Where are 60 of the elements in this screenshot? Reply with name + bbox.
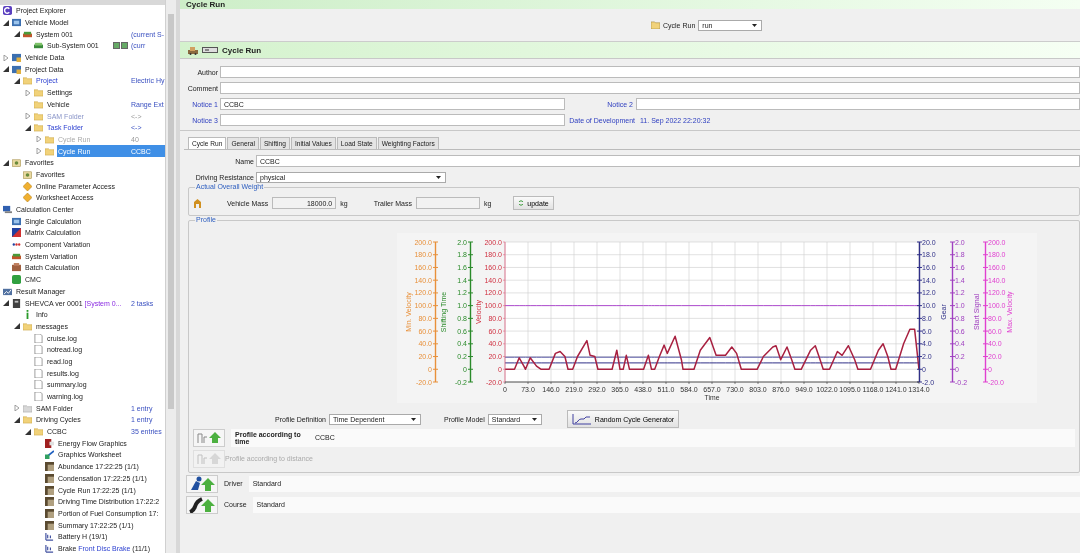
matrix-icon	[12, 228, 21, 238]
road-icon	[188, 496, 216, 513]
layers-icon	[12, 251, 21, 261]
folder-icon	[651, 21, 660, 29]
component-button[interactable]	[186, 495, 218, 514]
energy-icon	[45, 438, 54, 448]
monitor-icon	[3, 205, 12, 215]
checkbox[interactable]	[121, 42, 128, 50]
component-button[interactable]	[186, 474, 218, 493]
input-field[interactable]	[220, 66, 1080, 78]
collapsed-arrow-icon[interactable]	[36, 148, 42, 155]
input-field[interactable]	[415, 197, 480, 209]
expanded-arrow-icon[interactable]	[3, 66, 9, 73]
expanded-arrow-icon[interactable]	[14, 77, 20, 84]
data-icon	[12, 53, 21, 63]
caret-icon	[752, 23, 758, 27]
component-icon	[45, 543, 54, 553]
expanded-arrow-icon[interactable]	[14, 323, 20, 330]
expanded-arrow-icon[interactable]	[25, 124, 31, 131]
refresh-icon	[518, 200, 525, 206]
input-field[interactable]	[220, 114, 565, 126]
expanded-arrow-icon[interactable]	[3, 19, 9, 26]
slot-icon	[202, 47, 218, 53]
section-title: Cycle Run	[222, 45, 262, 55]
collapsed-arrow-icon[interactable]	[3, 54, 9, 61]
favorites-icon	[12, 158, 21, 168]
panel-title: Cycle Run	[186, 0, 226, 9]
caret-icon	[531, 417, 537, 421]
car-icon	[188, 45, 198, 55]
input-field[interactable]	[220, 82, 1080, 94]
app-logo-icon	[3, 6, 12, 16]
archive-icon	[12, 298, 21, 308]
model-icon	[12, 216, 21, 226]
driver-icon	[188, 475, 216, 492]
worksheet-icon	[45, 450, 54, 460]
collapsed-arrow-icon[interactable]	[25, 89, 31, 96]
cmc-icon	[12, 275, 21, 285]
component-icon	[45, 532, 54, 542]
input-field[interactable]	[636, 98, 1080, 110]
checkbox[interactable]	[113, 42, 120, 50]
expanded-arrow-icon[interactable]	[25, 428, 31, 435]
batch-icon	[12, 263, 21, 273]
data-icon	[12, 64, 21, 74]
expanded-arrow-icon[interactable]	[14, 416, 20, 423]
collapsed-arrow-icon[interactable]	[14, 405, 20, 412]
favorites-icon	[23, 169, 32, 179]
expanded-arrow-icon[interactable]	[3, 300, 9, 307]
model-icon	[12, 18, 21, 28]
expanded-arrow-icon[interactable]	[3, 159, 9, 166]
caret-icon	[436, 175, 441, 179]
expanded-arrow-icon[interactable]	[14, 31, 20, 38]
scrollbar-thumb[interactable]	[168, 14, 174, 409]
folder-icon	[23, 321, 32, 331]
weight-icon	[193, 198, 202, 208]
layers-icon	[34, 41, 43, 51]
chart-icon	[3, 286, 12, 296]
caret-icon	[410, 417, 416, 421]
curve-icon	[571, 413, 592, 425]
load-profile-button[interactable]	[193, 428, 225, 447]
layers-icon	[23, 29, 32, 39]
